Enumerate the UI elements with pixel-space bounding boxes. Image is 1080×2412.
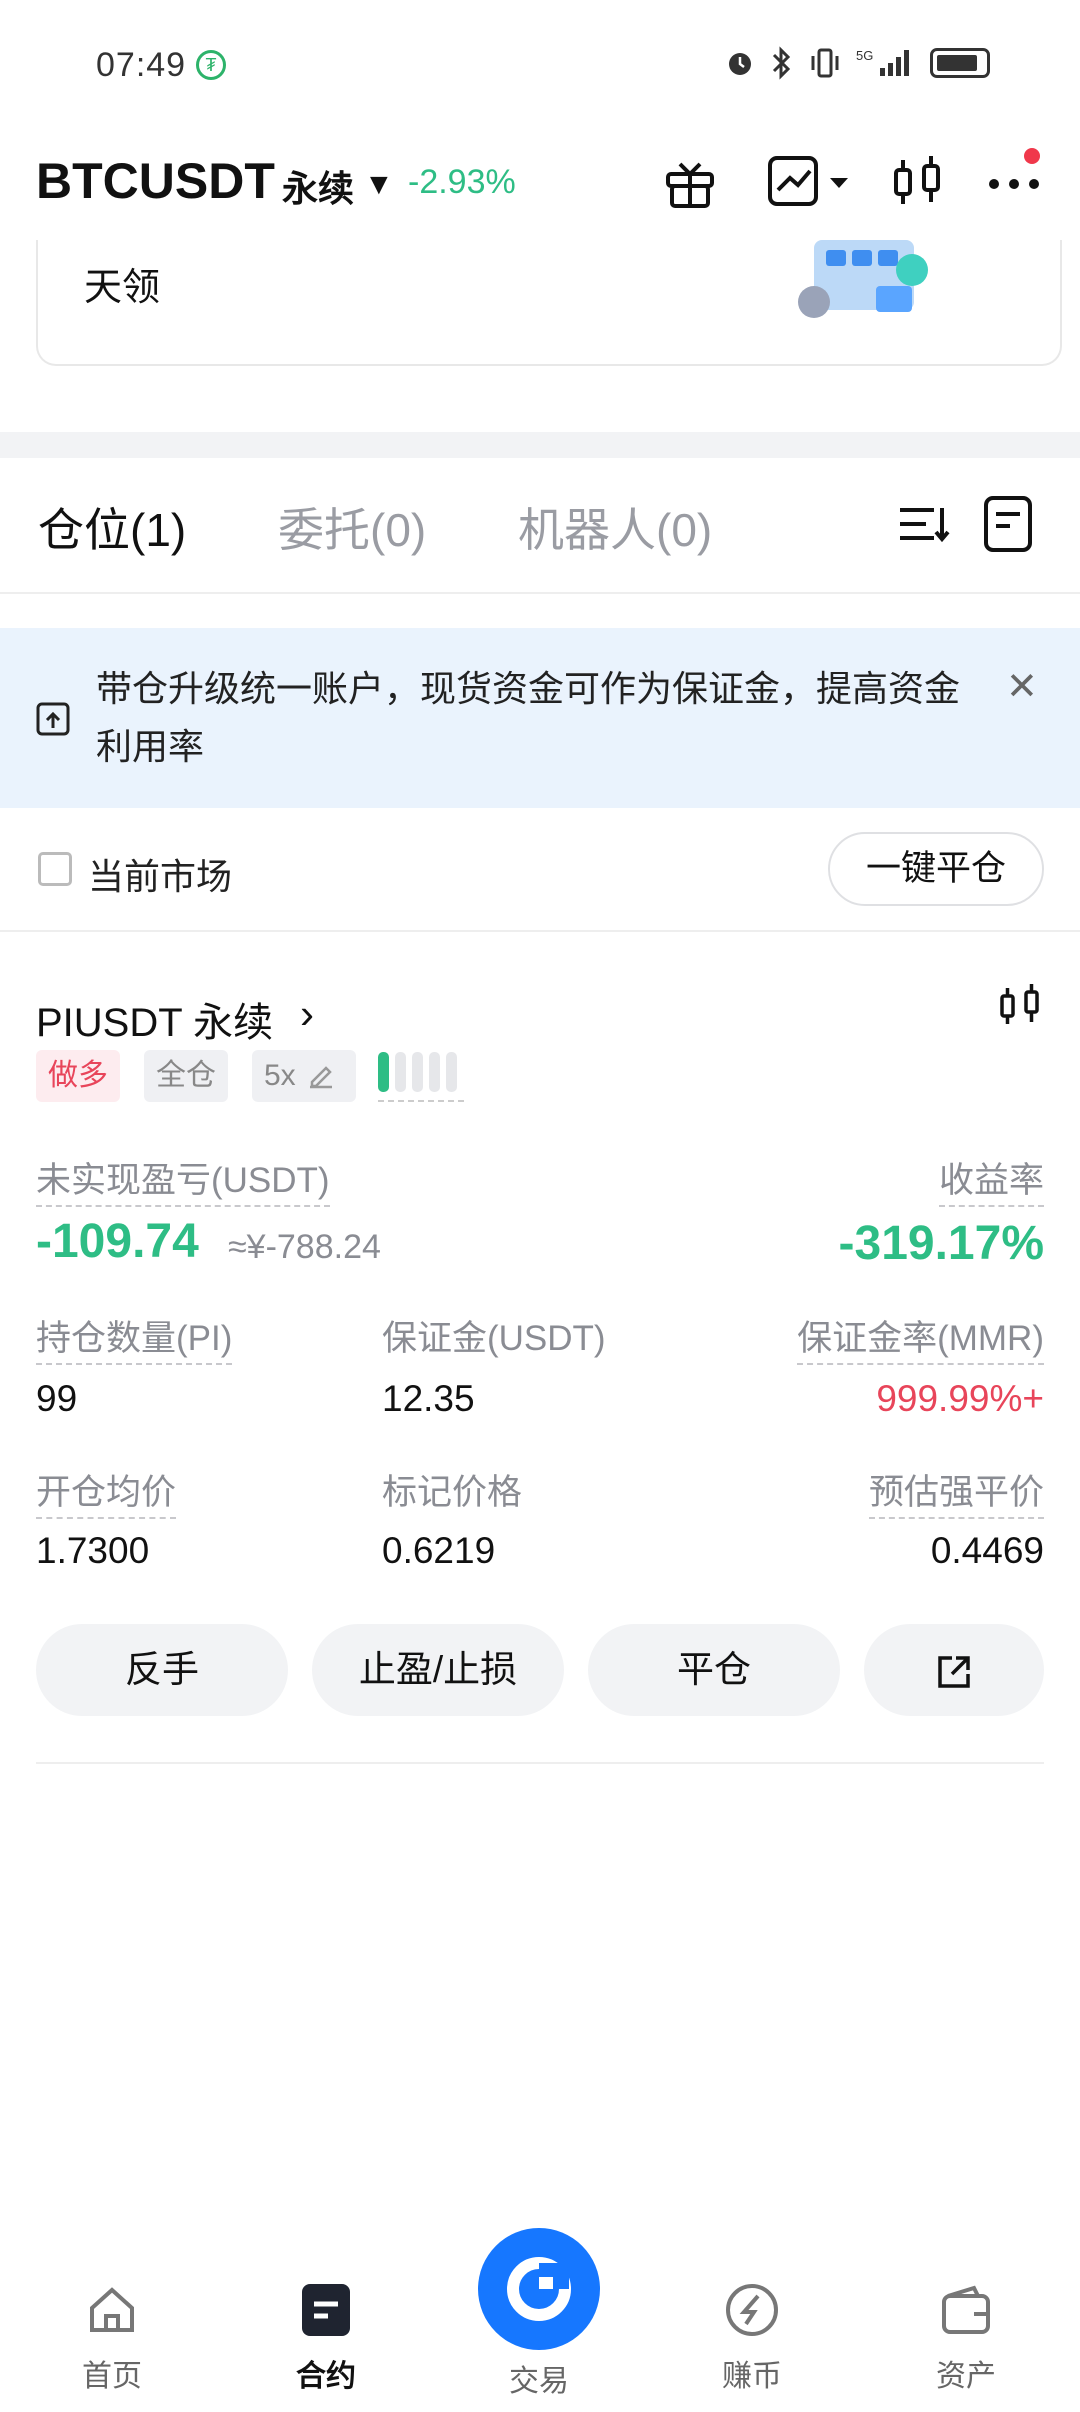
notice-text: 带仓升级统一账户，现货资金可作为保证金，提高资金利用率 [96,668,961,767]
contract-type[interactable]: 永续 [282,160,354,212]
close-all-button[interactable]: 一键平仓 [828,832,1044,906]
risk-level-bar [412,1052,423,1092]
promo-illustration [798,240,928,318]
candlestick-icon[interactable] [996,982,1044,1030]
promo-text: 天领 [84,267,161,309]
mmr-label[interactable]: 保证金率(MMR) [797,1310,1044,1365]
leverage-tag[interactable]: 5x [252,1050,356,1102]
mark-price-label: 标记价格 [382,1473,523,1512]
share-icon [938,1656,970,1688]
chart-trend-icon[interactable] [764,150,828,214]
close-icon[interactable]: ✕ [1006,664,1038,709]
position-size-value: 99 [36,1378,78,1419]
reverse-button[interactable]: 反手 [36,1624,288,1716]
pair-title[interactable]: BTCUSDT [36,152,275,210]
wallet-icon [942,2285,990,2334]
nav-home[interactable]: 首页 [42,2282,182,2395]
earn-icon [726,2284,778,2336]
history-record-icon[interactable] [980,494,1036,554]
nav-trade-label: 交易 [509,2365,569,2398]
card-divider [36,1762,1044,1764]
risk-level-bar [446,1052,457,1092]
vibrate-icon [811,48,839,78]
pencil-icon[interactable] [306,1060,336,1090]
current-market-checkbox[interactable] [38,852,72,886]
battery-icon [930,48,990,78]
gift-icon[interactable] [658,150,722,214]
nav-earn-label: 赚币 [722,2360,782,2393]
status-bar: 07:49 ₮ 5G [0,0,1080,135]
status-time: 07:49 [96,46,187,84]
unrealized-pnl-label[interactable]: 未实现盈亏(USDT) [36,1152,330,1207]
nav-assets[interactable]: 资产 [896,2282,1036,2395]
position-size-label[interactable]: 持仓数量(PI) [36,1310,233,1365]
contract-icon [302,2284,350,2336]
5g-signal-icon: 5G [856,48,909,76]
roe-value: -319.17% [838,1217,1044,1270]
liq-price-label[interactable]: 预估强平价 [868,1464,1044,1519]
entry-price-value: 1.7300 [36,1530,150,1571]
margin-label: 保证金(USDT) [382,1319,606,1358]
sort-list-icon[interactable] [896,496,952,552]
section-separator [0,432,1080,458]
tab-positions[interactable]: 仓位(1) [38,494,186,560]
candlestick-icon[interactable] [886,150,950,214]
caret-down-icon[interactable]: ▼ [364,168,394,202]
trade-icon [507,2257,571,2321]
svg-text:5G: 5G [856,48,873,63]
nav-home-label: 首页 [82,2360,142,2393]
tab-orders[interactable]: 委托(0) [278,494,426,560]
status-icons: 5G [724,46,990,80]
unrealized-pnl-cny: ≈¥-788.24 [228,1228,381,1266]
tpsl-button[interactable]: 止盈/止损 [312,1624,564,1716]
risk-level-bar [378,1052,389,1092]
close-position-button[interactable]: 平仓 [588,1624,840,1716]
mmr-value: 999.99%+ [876,1378,1044,1419]
margin-mode-tag[interactable]: 全仓 [144,1050,228,1102]
nav-earn[interactable]: 赚币 [682,2282,822,2395]
nav-contract-label: 合约 [296,2360,356,2393]
position-symbol[interactable]: PIUSDT 永续 [36,990,273,1048]
margin-value: 12.35 [382,1378,475,1419]
notification-dot [1024,148,1040,164]
share-button[interactable] [864,1624,1044,1716]
price-change-pct: -2.93% [408,163,516,201]
mark-price-value: 0.6219 [382,1530,496,1571]
tab-bots[interactable]: 机器人(0) [518,494,712,560]
nav-contract[interactable]: 合约 [256,2282,396,2395]
side-tag: 做多 [36,1050,120,1102]
roe-label[interactable]: 收益率 [938,1152,1044,1207]
bluetooth-icon [772,46,791,80]
chart-type-caret-icon[interactable] [824,150,854,214]
current-market-label[interactable]: 当前市场 [88,848,232,900]
nav-assets-label: 资产 [936,2360,996,2393]
risk-level-indicator[interactable] [378,1048,464,1102]
risk-level-bar [429,1052,440,1092]
alarm-icon [729,53,751,75]
unrealized-pnl-value: -109.74 [36,1215,199,1268]
tab-divider [0,592,1080,594]
upgrade-icon [36,702,70,736]
trade-fab-button[interactable] [478,2228,600,2350]
chevron-right-icon[interactable]: › [300,990,314,1038]
home-icon [90,2287,134,2332]
entry-price-label[interactable]: 开仓均价 [36,1464,177,1519]
liq-price-value: 0.4469 [930,1530,1044,1571]
risk-level-bar [395,1052,406,1092]
row-divider [0,930,1080,932]
app-notification-icon: ₮ [196,50,226,80]
